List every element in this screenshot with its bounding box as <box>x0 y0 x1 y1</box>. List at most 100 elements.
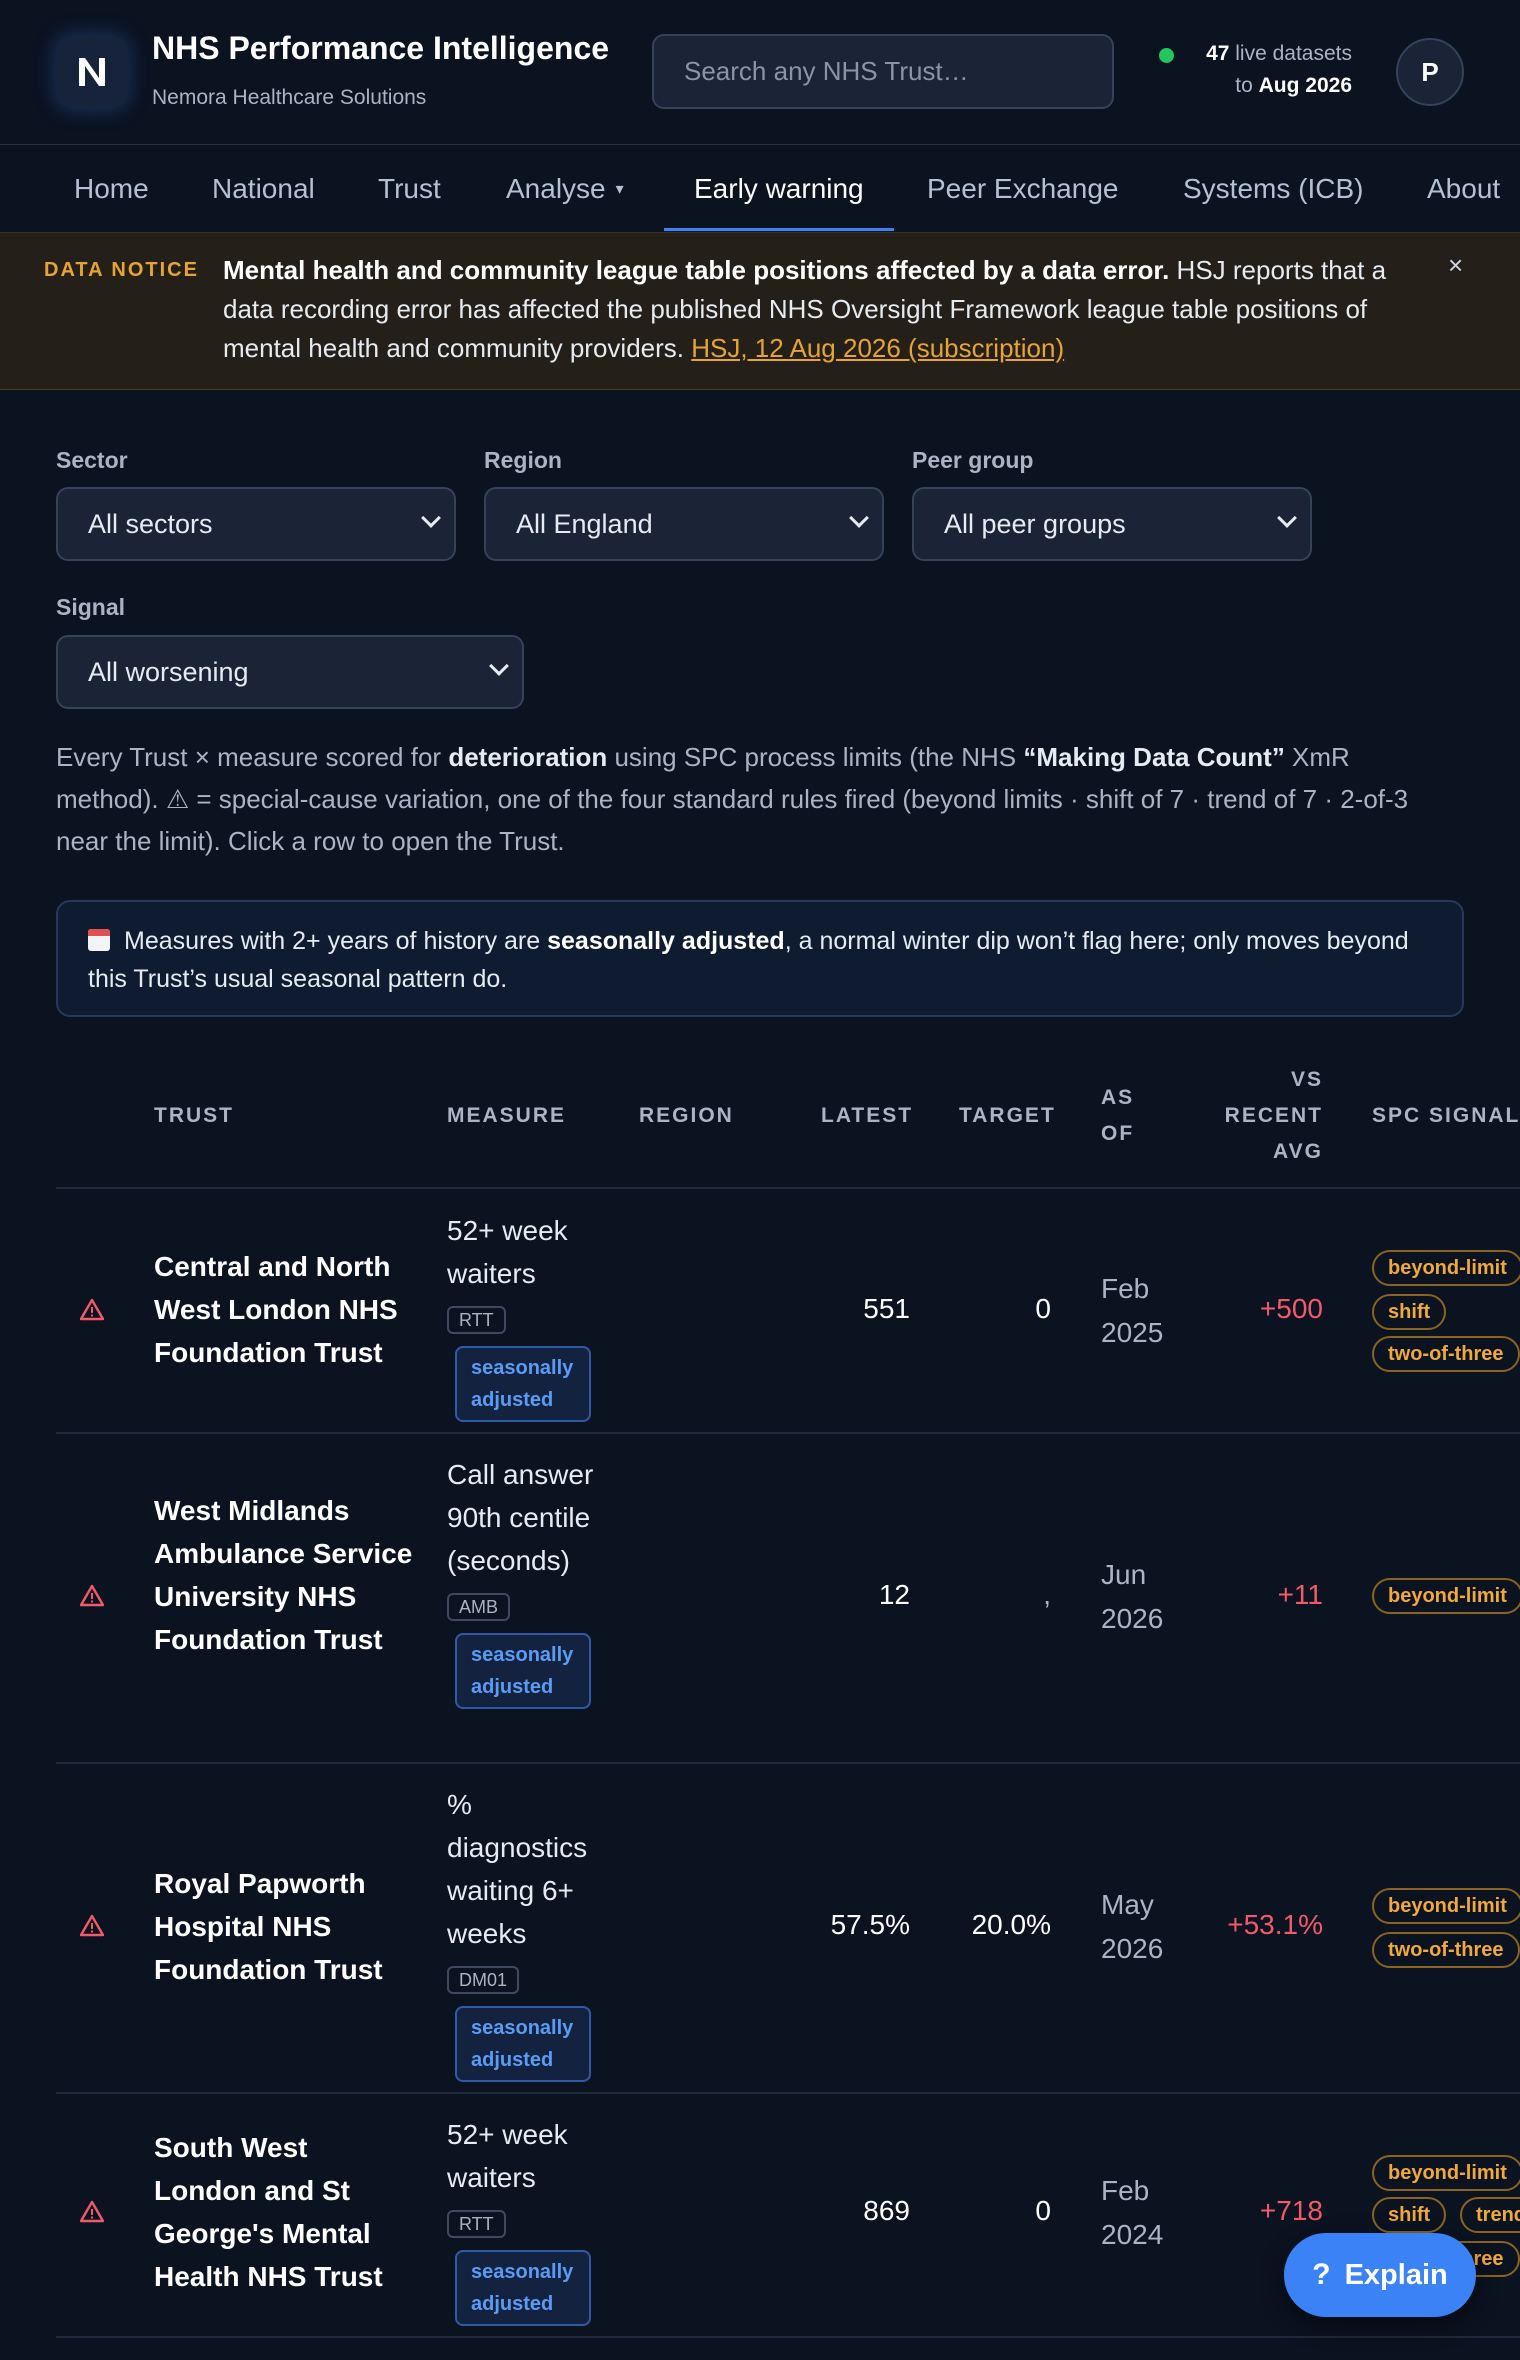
trust-name[interactable]: South West London and St George's Mental… <box>154 2126 414 2298</box>
app-title: NHS Performance Intelligence <box>152 30 610 66</box>
data-through-date: Aug 2026 <box>1258 74 1352 97</box>
app-logo-icon[interactable] <box>56 36 128 108</box>
as-of-year: 2024 <box>1101 2219 1164 2250</box>
info-emphasis: seasonally adjusted <box>547 927 785 955</box>
region-select[interactable]: All England <box>484 487 884 561</box>
target-value: 20.0% <box>971 1909 1051 1940</box>
measure-cell: Call answer 90th centile (seconds) AMB s… <box>447 1453 607 1709</box>
target-value: , <box>1043 1579 1051 1610</box>
col-as-of[interactable]: AS OF <box>1101 1080 1134 1152</box>
col-latest[interactable]: LATEST <box>821 1098 913 1134</box>
trust-name[interactable]: West Midlands Ambulance Service Universi… <box>154 1489 414 1661</box>
sa-text: seasonally <box>471 2017 574 2039</box>
col-as-of-line: AS <box>1101 1086 1135 1109</box>
user-avatar[interactable]: P <box>1396 38 1464 106</box>
warning-icon <box>80 2200 104 2223</box>
calendar-icon <box>88 929 110 951</box>
explain-button[interactable]: ? Explain <box>1284 2233 1476 2317</box>
desc-emphasis: deterioration <box>448 742 608 772</box>
app-subtitle: Nemora Healthcare Solutions <box>152 86 427 109</box>
spc-signal-badge: trend <box>1460 2197 1520 2233</box>
spc-signal-badge: beyond-limit <box>1372 2155 1520 2191</box>
row-divider <box>56 1762 1520 1764</box>
sa-text: adjusted <box>471 1389 554 1411</box>
as-of-year: 2026 <box>1101 1933 1164 1964</box>
row-divider <box>56 2092 1520 2094</box>
sa-text: adjusted <box>471 2293 554 2315</box>
peer-group-select[interactable]: All peer groups <box>912 487 1312 561</box>
nav-early-warning[interactable]: Early warning <box>694 145 864 232</box>
seasonally-adjusted-badge: seasonally adjusted <box>455 1346 591 1422</box>
spc-signal-badge: beyond-limit <box>1372 1888 1520 1924</box>
col-spc-signal[interactable]: SPC SIGNAL <box>1372 1098 1520 1134</box>
col-measure[interactable]: MEASURE <box>447 1098 566 1134</box>
as-of-date: May 2026 <box>1101 1883 1163 1971</box>
notice-source-link[interactable]: HSJ, 12 Aug 2026 (subscription) <box>691 333 1064 363</box>
peer-group-label: Peer group <box>912 447 1034 473</box>
seasonal-info-box: Measures with 2+ years of history are se… <box>56 900 1464 1017</box>
nav-home[interactable]: Home <box>74 145 149 232</box>
sa-text: seasonally <box>471 1357 574 1379</box>
col-vs-recent-avg[interactable]: VS RECENT AVG <box>1225 1062 1323 1170</box>
measure-cell: 52+ week waiters RTT seasonally adjusted <box>447 2113 607 2326</box>
measure-name: 52+ week waiters <box>447 1215 568 1289</box>
seasonally-adjusted-badge: seasonally adjusted <box>455 2250 591 2326</box>
latest-value: 869 <box>863 2195 910 2226</box>
app-header: NHS Performance Intelligence Nemora Heal… <box>0 0 1520 145</box>
vs-recent-avg: +718 <box>1259 2195 1323 2226</box>
seasonally-adjusted-badge: seasonally adjusted <box>455 1633 591 1709</box>
warning-icon <box>80 1298 104 1321</box>
signal-select[interactable]: All worsening <box>56 635 524 709</box>
trust-name[interactable]: Royal Papworth Hospital NHS Foundation T… <box>154 1862 414 1991</box>
latest-value: 551 <box>863 1293 910 1324</box>
sector-label: Sector <box>56 447 128 473</box>
sa-text: seasonally <box>471 1644 574 1666</box>
sector-select[interactable]: All sectors <box>56 487 456 561</box>
as-of-month: Feb <box>1101 2175 1150 2206</box>
spc-signal-badge: two-of-three <box>1372 1336 1520 1372</box>
sa-text: adjusted <box>471 1676 554 1698</box>
nav-systems-icb[interactable]: Systems (ICB) <box>1183 145 1363 232</box>
measure-cell: 52+ week waiters RTT seasonally adjusted <box>447 1209 607 1422</box>
notice-headline: Mental health and community league table… <box>223 255 1170 285</box>
signal-label: Signal <box>56 594 126 620</box>
warning-icon <box>80 1914 104 1937</box>
row-divider <box>56 1432 1520 1434</box>
nav-national[interactable]: National <box>212 145 315 232</box>
measure-name: Call answer 90th centile (seconds) <box>447 1459 594 1576</box>
spc-signal-badge: two-of-three <box>1372 1932 1520 1968</box>
live-status-dot <box>1159 48 1174 63</box>
main-nav: Home National Trust Analyse ▾ Early warn… <box>0 145 1520 232</box>
trust-search-input[interactable] <box>652 34 1114 109</box>
nav-about[interactable]: About <box>1427 145 1500 232</box>
as-of-month: May <box>1101 1889 1154 1920</box>
vs-recent-avg: +53.1% <box>1227 1909 1323 1940</box>
measure-code-badge: AMB <box>447 1593 511 1621</box>
row-divider <box>56 2336 1520 2338</box>
nav-peer-exchange[interactable]: Peer Exchange <box>927 145 1118 232</box>
nav-trust[interactable]: Trust <box>378 145 441 232</box>
region-label: Region <box>484 447 562 473</box>
chevron-down-icon <box>1277 508 1297 528</box>
as-of-month: Feb <box>1101 1273 1150 1304</box>
desc-emphasis: “Making Data Count” <box>1023 742 1285 772</box>
as-of-year: 2025 <box>1101 1317 1164 1348</box>
close-icon[interactable]: × <box>1448 250 1463 281</box>
trust-name[interactable]: Central and North West London NHS Founda… <box>154 1245 414 1374</box>
col-trust[interactable]: TRUST <box>154 1098 234 1134</box>
vs-recent-avg: +11 <box>1277 1579 1323 1610</box>
target-value: 0 <box>1035 2195 1051 2226</box>
data-notice-banner: DATA NOTICE Mental health and community … <box>0 232 1520 390</box>
caret-down-icon: ▾ <box>615 180 624 198</box>
desc-text: using SPC process limits (the NHS <box>607 742 1024 772</box>
col-region[interactable]: REGION <box>639 1098 734 1134</box>
chevron-down-icon <box>849 508 869 528</box>
col-vs-line: RECENT <box>1224 1104 1323 1127</box>
nav-analyse[interactable]: Analyse ▾ <box>506 145 624 232</box>
measure-cell: % diagnostics waiting 6+ weeks DM01 seas… <box>447 1783 607 2082</box>
row-divider <box>56 1187 1520 1189</box>
nav-active-indicator <box>664 228 894 231</box>
col-target[interactable]: TARGET <box>959 1098 1056 1134</box>
sector-value: All sectors <box>88 508 213 539</box>
info-text: Measures with 2+ years of history are <box>124 927 548 955</box>
